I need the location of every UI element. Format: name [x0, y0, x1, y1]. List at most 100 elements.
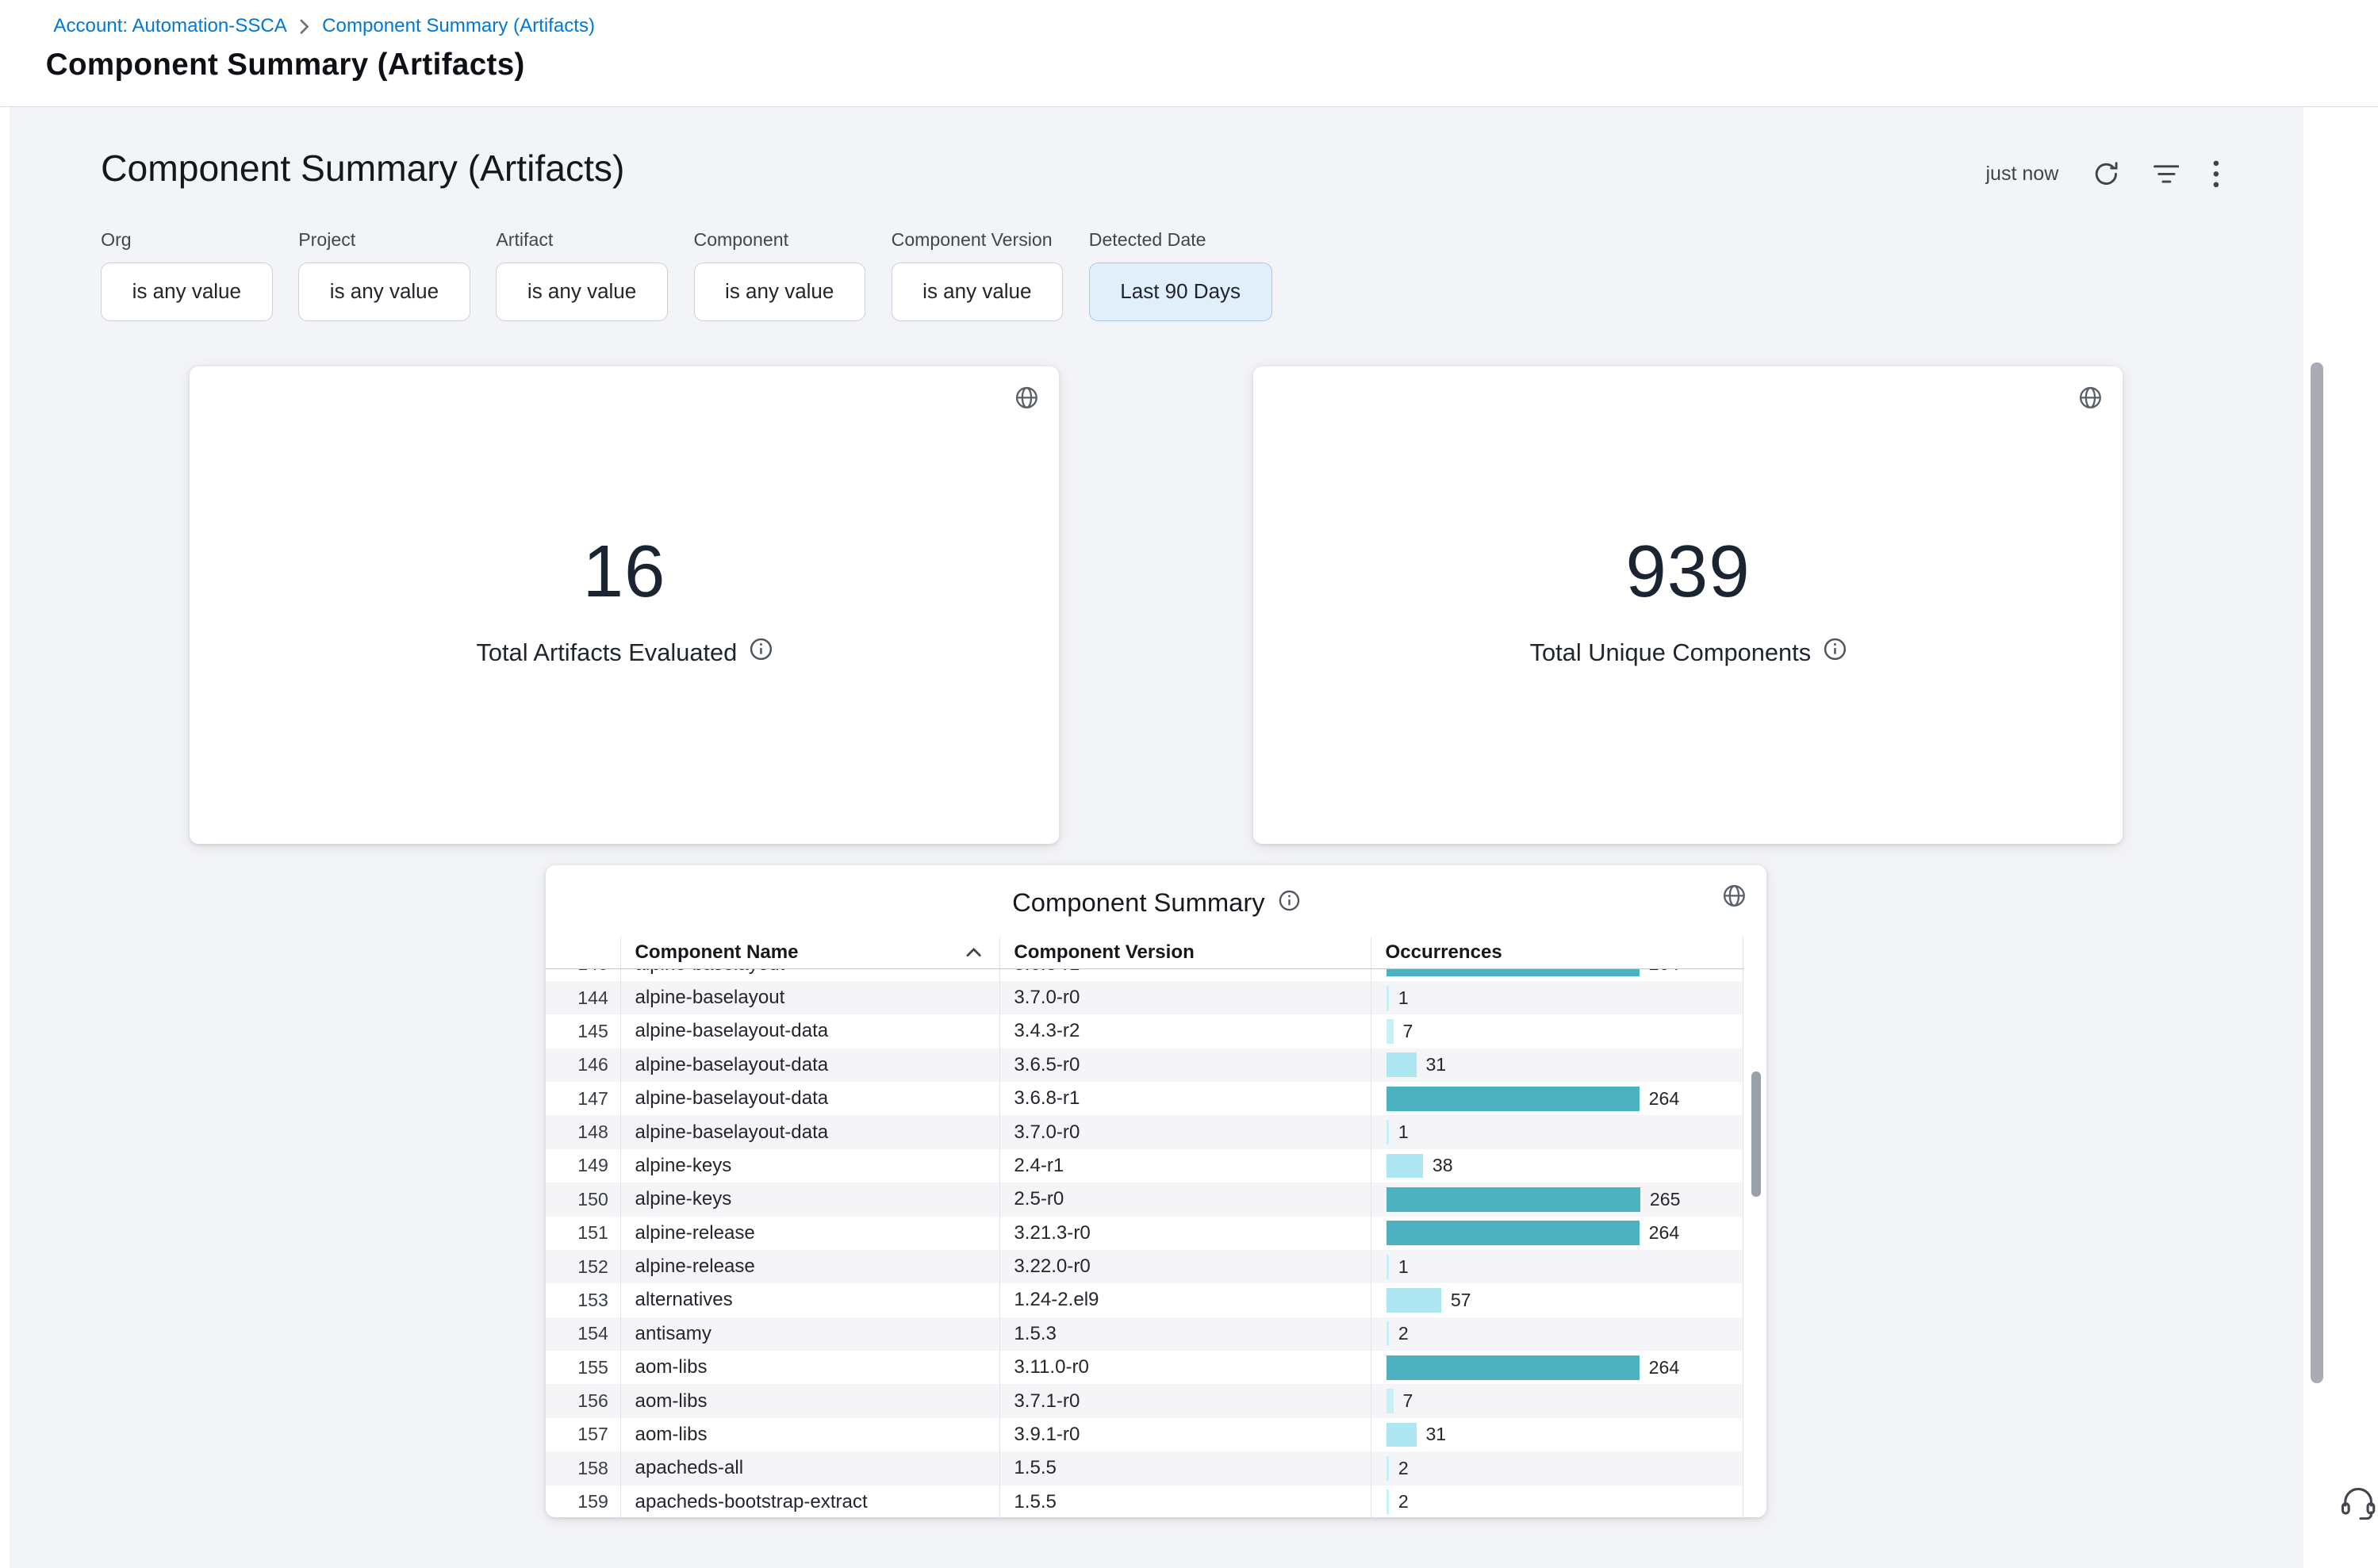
filter-value-button[interactable]: Last 90 Days: [1089, 263, 1272, 320]
filter-value-button[interactable]: is any value: [496, 263, 667, 320]
table-row[interactable]: 158 apacheds-all 1.5.5 2: [546, 1451, 1744, 1485]
info-icon[interactable]: [750, 638, 773, 667]
occurrences-value: 38: [1433, 1155, 1453, 1176]
filter-control: Artifact is any value: [496, 229, 667, 321]
occurrences-value: 264: [1649, 1088, 1680, 1110]
globe-icon[interactable]: [1722, 884, 1747, 908]
filter-icon[interactable]: [2154, 163, 2180, 185]
filter-value-button[interactable]: is any value: [694, 263, 865, 320]
page-title: Component Summary (Artifacts): [46, 48, 525, 82]
support-headset-icon[interactable]: [2340, 1486, 2376, 1520]
info-icon[interactable]: [1279, 888, 1300, 918]
globe-icon[interactable]: [1014, 385, 1039, 410]
component-summary-card: Component Summary Component Name: [546, 865, 1766, 1518]
occurrences-bar: [1387, 1456, 1389, 1481]
component-name-cell: alternatives: [620, 1283, 999, 1317]
occurrences-value: 1: [1398, 1121, 1409, 1143]
filter-control: Org is any value: [101, 229, 272, 321]
occurrences-value: 1: [1398, 987, 1409, 1009]
table-row[interactable]: 150 alpine-keys 2.5-r0 265: [546, 1183, 1744, 1216]
stat-tile: 16 Total Artifacts Evaluated: [190, 366, 1059, 843]
component-name-cell: aom-libs: [620, 1418, 999, 1451]
occurrences-cell: 264: [1371, 1351, 1743, 1384]
page-scrollbar-thumb[interactable]: [2311, 362, 2322, 1383]
table-row[interactable]: 144 alpine-baselayout 3.7.0-r0 1: [546, 981, 1744, 1014]
occurrences-bar: [1387, 969, 1640, 977]
stat-tile-body: 16 Total Artifacts Evaluated: [190, 366, 1059, 667]
occurrences-cell: 31: [1371, 1049, 1743, 1082]
dashboard-title: Component Summary (Artifacts): [101, 147, 624, 190]
occurrences-bar: [1387, 1052, 1416, 1077]
row-number-column-header: [546, 937, 620, 968]
app-window: Account: Automation-SSCA Component Summa…: [0, 0, 2378, 1568]
occurrences-bar: [1387, 1389, 1393, 1413]
occurrences-value: 1: [1398, 1256, 1409, 1278]
occurrences-bar: [1387, 1187, 1640, 1212]
row-index: 148: [546, 1115, 620, 1148]
row-index: 151: [546, 1217, 620, 1250]
stat-tile-body: 939 Total Unique Components: [1253, 366, 2123, 667]
row-index: 158: [546, 1451, 620, 1485]
occurrences-bar: [1387, 1355, 1640, 1380]
info-icon[interactable]: [1824, 638, 1847, 667]
occurrences-bar: [1387, 1321, 1389, 1346]
table-row[interactable]: 152 alpine-release 3.22.0-r0 1: [546, 1250, 1744, 1283]
row-index: 143: [546, 969, 620, 981]
table-row[interactable]: 157 aom-libs 3.9.1-r0 31: [546, 1418, 1744, 1451]
stat-value: 16: [583, 529, 666, 614]
table-row[interactable]: 154 antisamy 1.5.3 2: [546, 1317, 1744, 1351]
globe-icon[interactable]: [2078, 385, 2103, 410]
occurrences-column-header[interactable]: Occurrences: [1371, 937, 1743, 968]
component-name-cell: aom-libs: [620, 1351, 999, 1384]
filter-label: Component: [694, 229, 865, 251]
occurrences-value: 7: [1402, 1390, 1413, 1412]
table-row[interactable]: 148 alpine-baselayout-data 3.7.0-r0 1: [546, 1115, 1744, 1148]
filter-control: Project is any value: [298, 229, 470, 321]
filter-value-button[interactable]: is any value: [892, 263, 1063, 320]
filter-control: Component Version is any value: [892, 229, 1063, 321]
component-version-column-header[interactable]: Component Version: [999, 937, 1371, 968]
component-version-cell: 3.11.0-r0: [999, 1351, 1371, 1384]
table-row[interactable]: 143 alpine-baselayout 3.6.8-r1 264: [546, 969, 1744, 981]
breadcrumb-account-link[interactable]: Account: Automation-SSCA: [53, 15, 286, 37]
table-row[interactable]: 153 alternatives 1.24-2.el9 57: [546, 1283, 1744, 1317]
component-version-cell: 1.24-2.el9: [999, 1283, 1371, 1317]
table-scrollbar-thumb[interactable]: [1751, 1072, 1761, 1197]
occurrences-cell: 264: [1371, 969, 1743, 981]
table-row[interactable]: 151 alpine-release 3.21.3-r0 264: [546, 1217, 1744, 1250]
row-index: 144: [546, 981, 620, 1014]
table-header-row: Component Name Component Version Occurre…: [546, 937, 1744, 968]
refresh-icon[interactable]: [2092, 160, 2120, 188]
row-index: 146: [546, 1049, 620, 1082]
table-row[interactable]: 155 aom-libs 3.11.0-r0 264: [546, 1351, 1744, 1384]
filter-value-button[interactable]: is any value: [298, 263, 470, 320]
component-name-cell: apacheds-bootstrap-extract: [620, 1486, 999, 1518]
component-name-cell: antisamy: [620, 1317, 999, 1351]
component-name-cell: apacheds-all: [620, 1451, 999, 1485]
filter-control: Component is any value: [694, 229, 865, 321]
filter-control: Detected Date Last 90 Days: [1089, 229, 1272, 321]
occurrences-cell: 7: [1371, 1014, 1743, 1048]
component-name-cell: alpine-keys: [620, 1183, 999, 1216]
component-version-cell: 3.4.3-r2: [999, 1014, 1371, 1048]
component-name-column-header[interactable]: Component Name: [620, 937, 999, 968]
breadcrumb-page-link[interactable]: Component Summary (Artifacts): [322, 15, 595, 37]
kebab-menu-icon[interactable]: [2213, 160, 2219, 188]
row-index: 150: [546, 1183, 620, 1216]
table-row[interactable]: 145 alpine-baselayout-data 3.4.3-r2 7: [546, 1014, 1744, 1048]
component-name-header-label: Component Name: [635, 941, 799, 964]
table-row[interactable]: 159 apacheds-bootstrap-extract 1.5.5 2: [546, 1486, 1744, 1518]
occurrences-bar: [1387, 1489, 1389, 1514]
component-name-cell: alpine-baselayout-data: [620, 1014, 999, 1048]
occurrences-value: 57: [1451, 1290, 1471, 1311]
table-rows: 143 alpine-baselayout 3.6.8-r1 264 144 a…: [546, 969, 1744, 1518]
component-version-cell: 2.5-r0: [999, 1183, 1371, 1216]
component-version-cell: 3.7.0-r0: [999, 981, 1371, 1014]
table-row[interactable]: 156 aom-libs 3.7.1-r0 7: [546, 1384, 1744, 1417]
filter-value-button[interactable]: is any value: [101, 263, 272, 320]
dashboard-controls: just now: [1985, 160, 2219, 188]
table-row[interactable]: 147 alpine-baselayout-data 3.6.8-r1 264: [546, 1082, 1744, 1115]
table-row[interactable]: 149 alpine-keys 2.4-r1 38: [546, 1149, 1744, 1183]
table-row[interactable]: 146 alpine-baselayout-data 3.6.5-r0 31: [546, 1049, 1744, 1082]
occurrences-value: 2: [1398, 1458, 1409, 1479]
